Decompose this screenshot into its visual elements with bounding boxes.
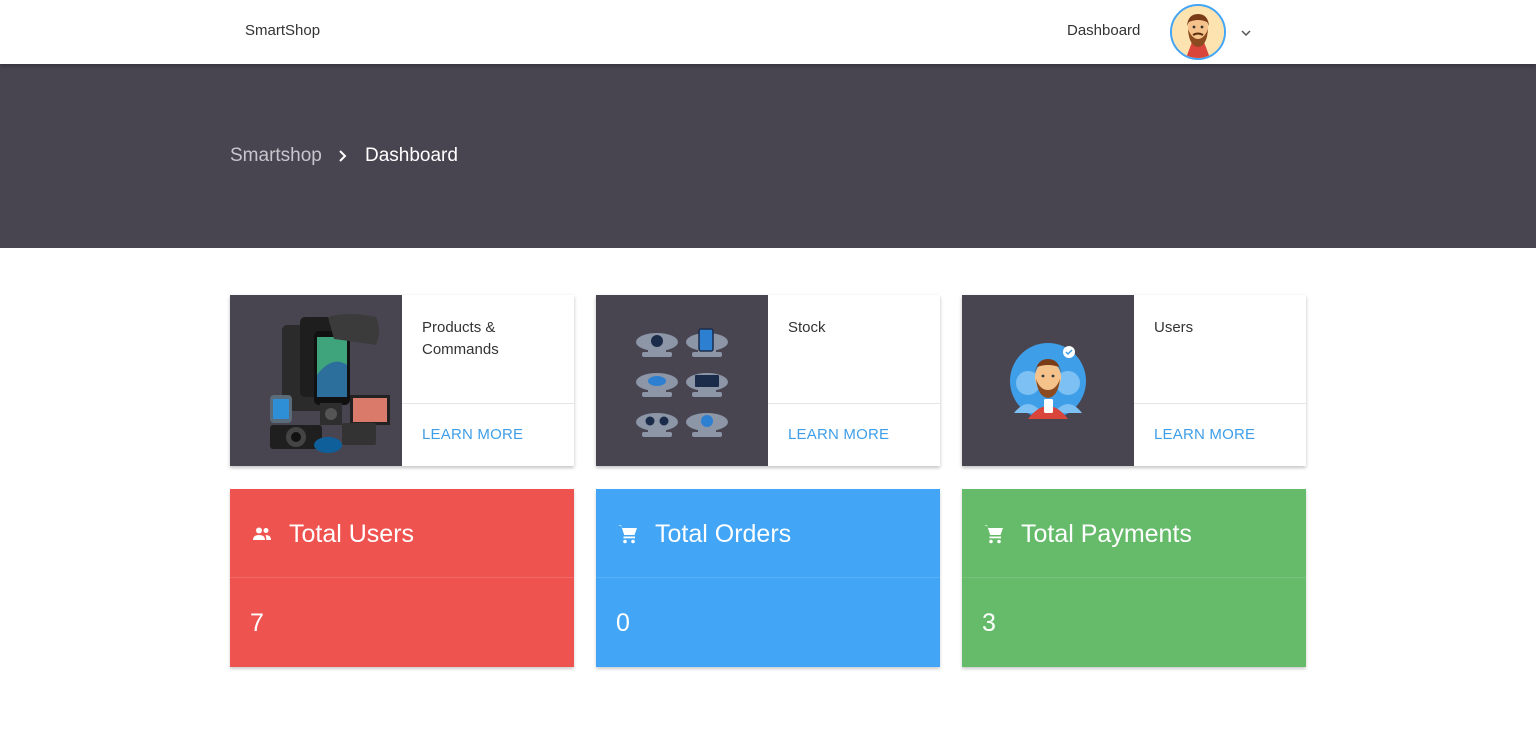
breadcrumb-root-link[interactable]: Smartshop <box>230 145 322 167</box>
breadcrumb-current: Dashboard <box>365 145 458 166</box>
users-image <box>962 295 1134 466</box>
card-title: Stock <box>788 319 826 336</box>
cart-icon <box>982 522 1006 546</box>
top-navbar: SmartShop Dashboard <box>0 0 1536 64</box>
nav-dashboard-link[interactable]: Dashboard <box>1067 22 1140 39</box>
stat-value: 3 <box>982 609 996 637</box>
stat-header: Total Users <box>230 489 574 578</box>
page-header-band: Smartshop Dashboard <box>0 64 1536 248</box>
chevron-right-icon <box>336 148 350 164</box>
learn-more-link[interactable]: LEARN MORE <box>788 426 889 443</box>
stat-title: Total Payments <box>1021 520 1192 548</box>
users-card: Users LEARN MORE <box>962 295 1306 466</box>
brand-link[interactable]: SmartShop <box>245 22 320 39</box>
total-orders-stat: Total Orders 0 <box>596 489 940 667</box>
products-card: Products & Commands LEARN MORE <box>230 295 574 466</box>
products-image <box>230 295 402 466</box>
stat-title: Total Orders <box>655 520 792 548</box>
card-divider <box>1134 403 1306 404</box>
card-divider <box>402 403 574 404</box>
group-icon <box>250 522 274 546</box>
stat-title: Total Users <box>289 520 415 548</box>
cart-icon <box>616 522 640 546</box>
user-avatar-icon[interactable] <box>1170 4 1226 60</box>
card-divider <box>768 403 940 404</box>
learn-more-link[interactable]: LEARN MORE <box>422 426 523 443</box>
card-title: Products & Commands <box>422 319 499 358</box>
card-title: Users <box>1154 319 1194 336</box>
stat-value: 0 <box>616 609 630 637</box>
stock-image <box>596 295 768 466</box>
total-payments-stat: Total Payments 3 <box>962 489 1306 667</box>
stock-card: Stock LEARN MORE <box>596 295 940 466</box>
chevron-down-icon[interactable] <box>1240 26 1252 38</box>
total-users-stat: Total Users 7 <box>230 489 574 667</box>
stat-header: Total Orders <box>596 489 940 578</box>
stat-header: Total Payments <box>962 489 1306 578</box>
learn-more-link[interactable]: LEARN MORE <box>1154 426 1255 443</box>
stat-value: 7 <box>250 609 264 637</box>
